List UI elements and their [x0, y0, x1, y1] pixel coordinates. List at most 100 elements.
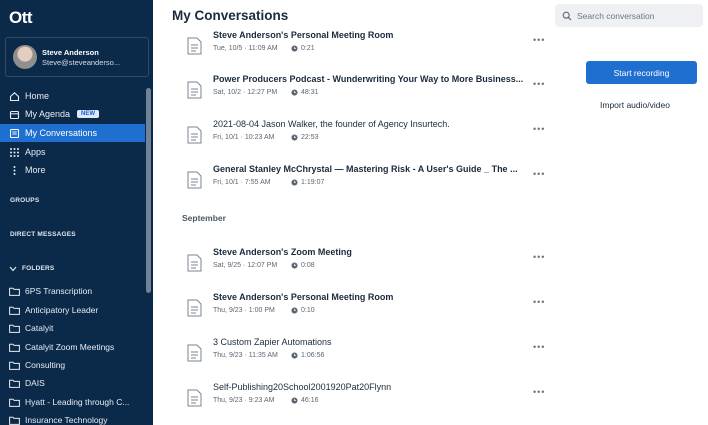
conversation-title[interactable]: Steve Anderson's Personal Meeting Room [213, 292, 393, 302]
groups-heading[interactable]: GROUPS [10, 197, 39, 204]
more-options-icon[interactable]: ••• [533, 79, 545, 89]
folder-label: Anticipatory Leader [25, 305, 99, 315]
nav-apps[interactable]: Apps [0, 143, 145, 161]
folder-item[interactable]: DAIS [0, 375, 145, 391]
document-icon [187, 344, 202, 362]
conversation-date: Fri, 10/1 · 10:23 AM [213, 134, 275, 141]
calendar-icon [9, 109, 20, 120]
nav-more-label: More [25, 165, 46, 175]
sidebar-scrollbar[interactable] [146, 88, 151, 293]
document-icon [187, 126, 202, 144]
duration-value: 0:08 [301, 262, 315, 269]
home-icon [9, 91, 20, 102]
conversation-row[interactable]: General Stanley McChrystal — Mastering R… [153, 162, 553, 202]
clock-icon [291, 134, 298, 141]
more-options-icon[interactable]: ••• [533, 342, 545, 352]
conversation-row[interactable]: Steve Anderson's Zoom Meeting Sat, 9/25 … [153, 245, 553, 285]
document-icon [187, 254, 202, 272]
search-box[interactable] [555, 4, 703, 27]
conversation-row[interactable]: 2021-08-04 Jason Walker, the founder of … [153, 117, 553, 157]
conversation-date: Sat, 9/25 · 12:07 PM [213, 262, 278, 269]
direct-messages-heading[interactable]: DIRECT MESSAGES [10, 231, 76, 238]
sidebar: Ott Steve Anderson Steve@steveanderso...… [0, 0, 153, 425]
conversation-date: Thu, 9/23 · 1:00 PM [213, 307, 275, 314]
main-panel: My Conversations Steve Anderson's Person… [153, 0, 708, 425]
conversation-duration: 46:16 [291, 397, 319, 404]
conversation-duration: 0:21 [291, 45, 315, 52]
start-recording-button[interactable]: Start recording [586, 61, 697, 84]
nav-home[interactable]: Home [0, 87, 145, 105]
folders-heading[interactable]: FOLDERS [9, 265, 54, 272]
clock-icon [291, 262, 298, 269]
search-icon [562, 11, 572, 21]
folder-icon [9, 343, 20, 352]
document-icon [187, 37, 202, 55]
conversation-title[interactable]: Steve Anderson's Personal Meeting Room [213, 30, 393, 40]
conversation-title[interactable]: Steve Anderson's Zoom Meeting [213, 247, 352, 257]
conversation-row[interactable]: Steve Anderson's Personal Meeting Room T… [153, 290, 553, 330]
nav-my-conversations[interactable]: My Conversations [0, 124, 145, 142]
folder-item[interactable]: Catalyit [0, 320, 145, 336]
folder-icon [9, 379, 20, 388]
folder-icon [9, 398, 20, 407]
duration-value: 48:31 [301, 89, 319, 96]
search-input[interactable] [577, 10, 697, 21]
clock-icon [291, 45, 298, 52]
conversation-icon [9, 128, 20, 139]
conversation-duration: 48:31 [291, 89, 319, 96]
page-title: My Conversations [172, 8, 289, 23]
conversation-title[interactable]: 3 Custom Zapier Automations [213, 337, 332, 347]
conversation-date: Tue, 10/5 · 11:09 AM [213, 45, 278, 52]
document-icon [187, 81, 202, 99]
conversation-row[interactable]: 3 Custom Zapier Automations Thu, 9/23 · … [153, 335, 553, 375]
folder-icon [9, 324, 20, 333]
clock-icon [291, 307, 298, 314]
conversation-title[interactable]: General Stanley McChrystal — Mastering R… [213, 164, 518, 174]
folder-item[interactable]: Catalyit Zoom Meetings [0, 339, 145, 355]
conversation-row[interactable]: Power Producers Podcast - Wunderwriting … [153, 72, 553, 112]
conversation-row[interactable]: Self-Publishing20School2001920Pat20Flynn… [153, 380, 553, 420]
document-icon [187, 299, 202, 317]
chevron-down-icon [9, 266, 17, 272]
user-profile-card[interactable]: Steve Anderson Steve@steveanderso... [5, 37, 149, 77]
more-options-icon[interactable]: ••• [533, 124, 545, 134]
more-options-icon[interactable]: ••• [533, 169, 545, 179]
more-vertical-icon [9, 165, 20, 176]
document-icon [187, 389, 202, 407]
conversation-row[interactable]: Steve Anderson's Personal Meeting Room T… [153, 28, 553, 68]
logo-text: Ott [9, 8, 33, 27]
conversation-date: Thu, 9/23 · 9:23 AM [213, 397, 275, 404]
duration-value: 1:19:07 [301, 179, 325, 186]
folder-icon [9, 306, 20, 315]
otter-logo[interactable]: Ott [9, 8, 33, 28]
folder-icon [9, 287, 20, 296]
folder-item[interactable]: Hyatt - Leading through C... [0, 394, 145, 410]
folder-item[interactable]: Insurance Technology [0, 412, 145, 425]
folder-label: Catalyit Zoom Meetings [25, 342, 115, 352]
conversation-title[interactable]: 2021-08-04 Jason Walker, the founder of … [213, 119, 450, 129]
folder-label: 6PS Transcription [25, 286, 93, 296]
conversation-duration: 22:53 [291, 134, 319, 141]
folder-label: Consulting [25, 360, 66, 370]
user-name: Steve Anderson [42, 48, 99, 57]
nav-my-agenda[interactable]: My Agenda NEW [0, 105, 145, 123]
conversation-title[interactable]: Power Producers Podcast - Wunderwriting … [213, 74, 523, 84]
conversation-duration: 0:08 [291, 262, 315, 269]
nav-home-label: Home [25, 91, 50, 101]
folder-label: Insurance Technology [25, 415, 108, 425]
duration-value: 0:21 [301, 45, 315, 52]
nav-more[interactable]: More [0, 161, 145, 179]
more-options-icon[interactable]: ••• [533, 35, 545, 45]
more-options-icon[interactable]: ••• [533, 252, 545, 262]
import-audio-video-link[interactable]: Import audio/video [600, 100, 670, 110]
folder-item[interactable]: Anticipatory Leader [0, 302, 145, 318]
more-options-icon[interactable]: ••• [533, 387, 545, 397]
conversation-title[interactable]: Self-Publishing20School2001920Pat20Flynn [213, 382, 391, 392]
more-options-icon[interactable]: ••• [533, 297, 545, 307]
nav-apps-label: Apps [25, 147, 46, 157]
folder-item[interactable]: Consulting [0, 357, 145, 373]
document-icon [187, 171, 202, 189]
nav-my-agenda-label: My Agenda [25, 109, 71, 119]
folder-item[interactable]: 6PS Transcription [0, 283, 145, 299]
duration-value: 22:53 [301, 134, 319, 141]
